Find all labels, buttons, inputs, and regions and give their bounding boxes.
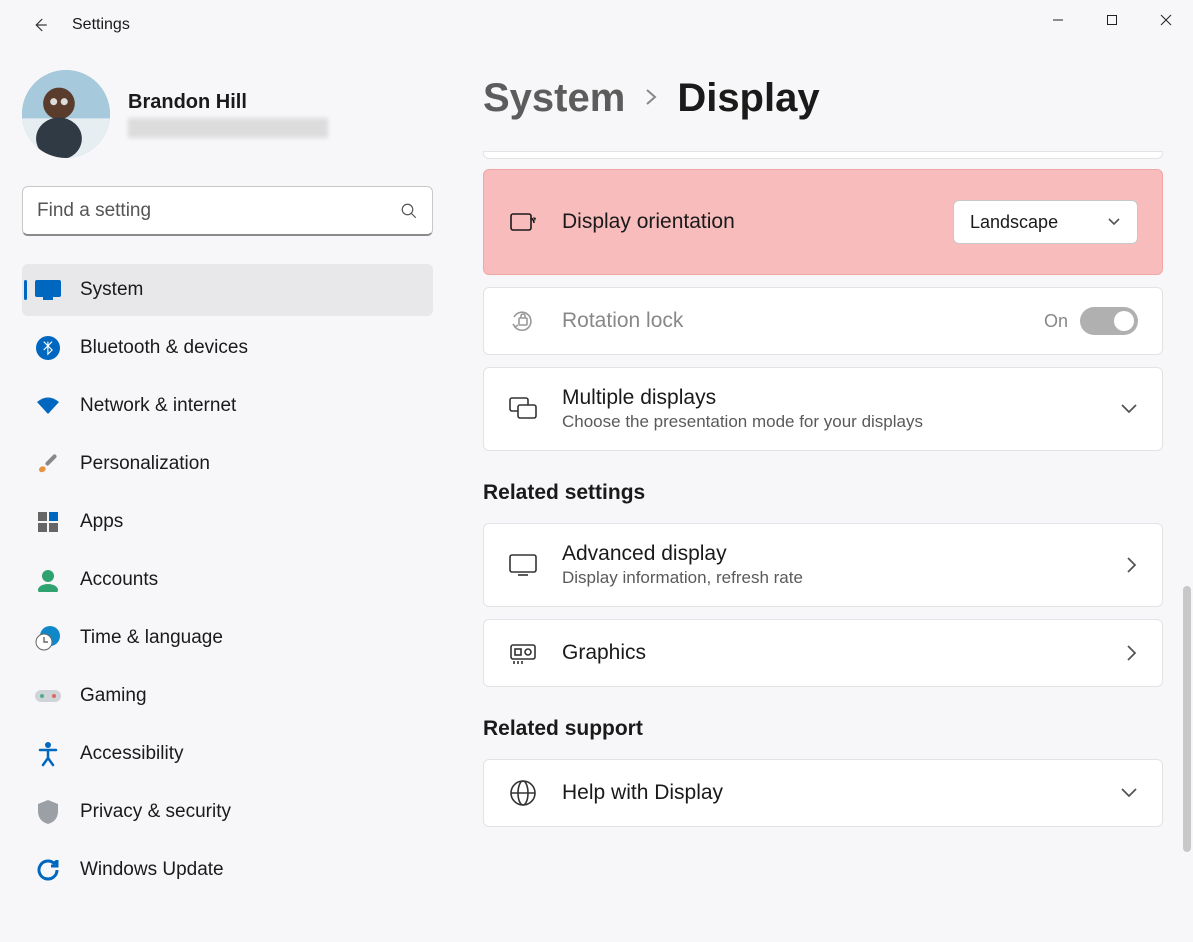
sidebar-item-personalization[interactable]: Personalization — [22, 438, 433, 490]
profile-name: Brandon Hill — [128, 91, 328, 114]
sidebar-item-label: Accounts — [80, 569, 158, 591]
graphics-card[interactable]: Graphics — [483, 619, 1163, 687]
toggle-state: On — [1044, 311, 1068, 332]
sidebar-item-time[interactable]: Time & language — [22, 612, 433, 664]
search-input[interactable] — [37, 200, 400, 222]
maximize-button[interactable] — [1085, 0, 1139, 40]
breadcrumb-current: Display — [677, 76, 819, 121]
card-subtitle: Choose the presentation mode for your di… — [562, 412, 1096, 432]
sidebar-item-label: Time & language — [80, 627, 223, 649]
breadcrumb-chevron-icon — [643, 83, 659, 114]
navigate-chevron[interactable] — [1126, 644, 1138, 662]
accounts-icon — [34, 566, 62, 594]
sidebar-item-label: Bluetooth & devices — [80, 337, 248, 359]
sidebar-item-label: Windows Update — [80, 859, 224, 881]
shield-icon — [34, 798, 62, 826]
card-title: Display orientation — [562, 210, 929, 234]
maximize-icon — [1106, 14, 1118, 26]
navigate-chevron[interactable] — [1126, 556, 1138, 574]
scrollbar-thumb[interactable] — [1183, 586, 1191, 852]
monitor-icon — [508, 550, 538, 580]
profile-email-redacted — [128, 118, 328, 138]
avatar — [22, 70, 110, 158]
related-settings-heading: Related settings — [483, 481, 1163, 505]
rotation-lock-toggle[interactable] — [1080, 307, 1138, 335]
sidebar-item-label: Personalization — [80, 453, 210, 475]
sidebar-item-bluetooth[interactable]: Bluetooth & devices — [22, 322, 433, 374]
graphics-icon — [508, 638, 538, 668]
advanced-display-card[interactable]: Advanced display Display information, re… — [483, 523, 1163, 607]
window-controls — [1031, 0, 1193, 40]
minimize-icon — [1052, 14, 1064, 26]
multiple-displays-card[interactable]: Multiple displays Choose the presentatio… — [483, 367, 1163, 451]
orientation-icon — [508, 207, 538, 237]
update-icon — [34, 856, 62, 884]
sidebar-item-label: Accessibility — [80, 743, 183, 765]
card-title: Rotation lock — [562, 309, 1020, 333]
sidebar-item-label: Network & internet — [80, 395, 236, 417]
card-subtitle: Display information, refresh rate — [562, 568, 1102, 588]
accessibility-icon — [34, 740, 62, 768]
scrollbar[interactable] — [1183, 156, 1191, 938]
close-button[interactable] — [1139, 0, 1193, 40]
card-title: Graphics — [562, 641, 1102, 665]
nav-list: System Bluetooth & devices Network & int… — [22, 264, 433, 896]
apps-icon — [34, 508, 62, 536]
globe-icon — [508, 778, 538, 808]
sidebar: Brandon Hill System Bluetooth & devices — [0, 50, 455, 942]
sidebar-item-update[interactable]: Windows Update — [22, 844, 433, 896]
sidebar-item-gaming[interactable]: Gaming — [22, 670, 433, 722]
expand-chevron[interactable] — [1120, 787, 1138, 799]
brush-icon — [34, 450, 62, 478]
chevron-down-icon — [1107, 217, 1121, 227]
related-support-heading: Related support — [483, 717, 1163, 741]
rotation-lock-card: Rotation lock On — [483, 287, 1163, 355]
multiple-displays-icon — [508, 394, 538, 424]
card-title: Advanced display — [562, 542, 1102, 566]
sidebar-item-label: Privacy & security — [80, 801, 231, 823]
previous-card-edge — [483, 151, 1163, 159]
chevron-down-icon — [1120, 787, 1138, 799]
display-orientation-card[interactable]: Display orientation Landscape — [483, 169, 1163, 275]
chevron-right-icon — [1126, 556, 1138, 574]
sidebar-item-label: Apps — [80, 511, 123, 533]
sidebar-item-system[interactable]: System — [22, 264, 433, 316]
sidebar-item-network[interactable]: Network & internet — [22, 380, 433, 432]
chevron-down-icon — [1120, 403, 1138, 415]
sidebar-item-apps[interactable]: Apps — [22, 496, 433, 548]
search-box[interactable] — [22, 186, 433, 236]
main-content: System Display Display orientation Lands… — [455, 50, 1193, 942]
close-icon — [1160, 14, 1172, 26]
help-display-card[interactable]: Help with Display — [483, 759, 1163, 827]
breadcrumb-parent[interactable]: System — [483, 76, 625, 121]
profile-block[interactable]: Brandon Hill — [22, 70, 433, 158]
system-icon — [34, 276, 62, 304]
back-arrow-icon — [31, 16, 49, 34]
sidebar-item-privacy[interactable]: Privacy & security — [22, 786, 433, 838]
search-icon — [400, 202, 418, 220]
expand-chevron[interactable] — [1120, 403, 1138, 415]
sidebar-item-label: System — [80, 279, 143, 301]
sidebar-item-accounts[interactable]: Accounts — [22, 554, 433, 606]
sidebar-item-accessibility[interactable]: Accessibility — [22, 728, 433, 780]
minimize-button[interactable] — [1031, 0, 1085, 40]
breadcrumb: System Display — [483, 76, 1163, 121]
wifi-icon — [34, 392, 62, 420]
card-title: Help with Display — [562, 781, 1096, 805]
orientation-dropdown[interactable]: Landscape — [953, 200, 1138, 244]
bluetooth-icon — [34, 334, 62, 362]
sidebar-item-label: Gaming — [80, 685, 147, 707]
back-button[interactable] — [20, 5, 60, 45]
titlebar: Settings — [0, 0, 1193, 50]
gamepad-icon — [34, 682, 62, 710]
rotation-lock-icon — [508, 306, 538, 336]
dropdown-value: Landscape — [970, 212, 1058, 233]
window-title: Settings — [72, 16, 130, 34]
clock-globe-icon — [34, 624, 62, 652]
chevron-right-icon — [1126, 644, 1138, 662]
card-title: Multiple displays — [562, 386, 1096, 410]
